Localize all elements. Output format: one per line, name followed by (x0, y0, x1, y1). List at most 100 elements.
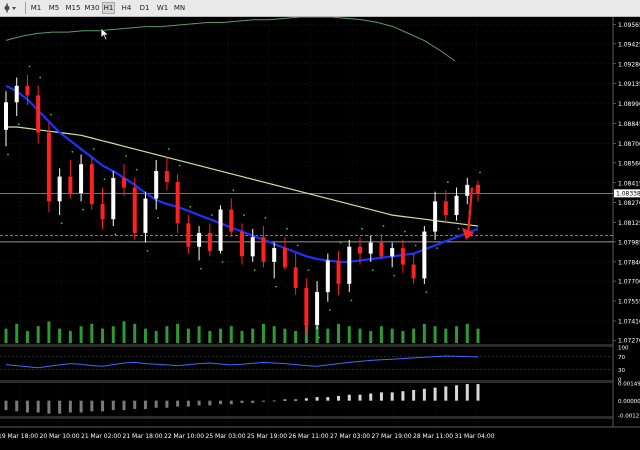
volume-bar (272, 326, 276, 343)
price-axis-label: 1.07555 (618, 299, 640, 306)
volume-bar (208, 331, 212, 343)
sar-dot (200, 267, 202, 270)
histogram-bar (358, 394, 362, 401)
histogram-bar (455, 385, 459, 401)
period-menu-icon[interactable] (2, 2, 22, 14)
histogram-bar (229, 400, 233, 405)
candle-body (476, 184, 480, 194)
price-axis-label: 1.08125 (618, 220, 640, 227)
candle-body (175, 182, 180, 224)
sar-dot (436, 247, 438, 249)
volume-bar (165, 326, 169, 343)
mouse-cursor-icon (100, 27, 110, 41)
sar-dot (82, 208, 84, 211)
histogram-bar (208, 400, 212, 406)
histogram-scale-label: -0.00121 (618, 414, 640, 420)
sar-dot (168, 148, 170, 150)
volume-bar (15, 323, 19, 343)
volume-bar (294, 331, 298, 343)
histogram-bar (122, 400, 126, 411)
histogram-bar (476, 384, 480, 401)
sar-dot (210, 214, 213, 216)
histogram-bar (68, 400, 72, 413)
candle-body (293, 267, 298, 288)
envelope-upper-line (5, 17, 456, 62)
histogram-bar (176, 400, 180, 407)
volume-bar (36, 326, 40, 343)
sar-dot (189, 205, 192, 208)
volume-bar (433, 326, 437, 343)
sar-dot (243, 214, 245, 216)
candle-body (304, 287, 309, 326)
candle-body (347, 246, 352, 284)
timeframe-button-w1[interactable]: W1 (155, 2, 170, 14)
price-axis-label: 1.07700 (618, 279, 640, 286)
volume-bar (197, 326, 201, 343)
price-axis-label: 1.08270 (618, 200, 640, 207)
candle-body (465, 184, 470, 196)
sar-dot (103, 178, 106, 181)
histogram-bar (154, 400, 158, 408)
candle-body (325, 260, 330, 293)
candle-body (379, 242, 384, 257)
volume-bar (154, 331, 158, 343)
histogram-bar (47, 400, 51, 414)
chart-area[interactable]: 1.09565 1.09425 1.09280 1.09135 1.08990 1.088… (0, 17, 640, 450)
timeframe-button-h1[interactable]: H1 (102, 2, 115, 14)
volume-bar (68, 331, 72, 343)
candle-body (89, 164, 94, 205)
histogram-bar (101, 400, 105, 412)
candle-body (422, 231, 427, 279)
time-axis-label: 31 Mar 04:00 (455, 433, 495, 440)
candle-body (400, 248, 405, 265)
time-axis-label: 25 Mar 03:00 (206, 433, 246, 440)
candle-body (36, 95, 41, 133)
sar-dot (307, 269, 310, 271)
sar-dot (7, 153, 9, 156)
volume-bar (58, 328, 62, 343)
price-axis-label: 1.07840 (618, 259, 640, 266)
sar-dot (382, 225, 385, 227)
sar-dot (232, 189, 235, 192)
volume-bar (251, 328, 255, 343)
volume-bar (412, 328, 416, 343)
histogram-bar (294, 399, 298, 401)
time-axis-label: 21 Mar 18:00 (123, 433, 163, 440)
price-axis-label: 1.08845 (618, 121, 640, 128)
price-axis-label: 1.09135 (618, 81, 640, 88)
volume-bar (326, 328, 330, 343)
candle-body (111, 177, 116, 220)
volume-bar (219, 328, 223, 343)
panel-separator (0, 344, 613, 347)
volume-bar (122, 321, 126, 343)
sar-dot (157, 216, 160, 219)
timeframe-button-m30[interactable]: M30 (84, 2, 100, 14)
candle-body (68, 176, 73, 194)
volume-bar (347, 326, 351, 343)
volume-bar (143, 328, 147, 343)
candle-body (4, 102, 8, 130)
histogram-bar (390, 392, 394, 401)
sar-dot (286, 227, 288, 230)
timeframe-button-m1[interactable]: M1 (28, 2, 44, 14)
price-axis-label: 1.07270 (618, 338, 640, 345)
histogram-bar (79, 400, 83, 413)
volume-bar (79, 326, 83, 343)
volume-bar (283, 328, 287, 343)
histogram-bar (90, 400, 94, 412)
histogram-bar (251, 400, 255, 404)
histogram-scale-label: 0.00149 (618, 382, 640, 388)
time-axis-label: 22 Mar 10:00 (164, 433, 204, 440)
sar-dot (264, 216, 267, 219)
price-axis-label: 1.09280 (618, 61, 640, 68)
timeframe-button-m15[interactable]: M15 (64, 2, 82, 14)
current-price-label: 1.08338 (616, 191, 640, 198)
volume-bar (186, 328, 190, 343)
timeframe-button-h4[interactable]: H4 (119, 2, 134, 14)
timeframe-button-d1[interactable]: D1 (137, 2, 152, 14)
timeframe-button-mn[interactable]: MN (172, 2, 187, 14)
volume-bar (455, 326, 459, 343)
oscillator-line (5, 355, 479, 369)
candle-body (240, 231, 244, 257)
timeframe-button-m5[interactable]: M5 (46, 2, 62, 14)
